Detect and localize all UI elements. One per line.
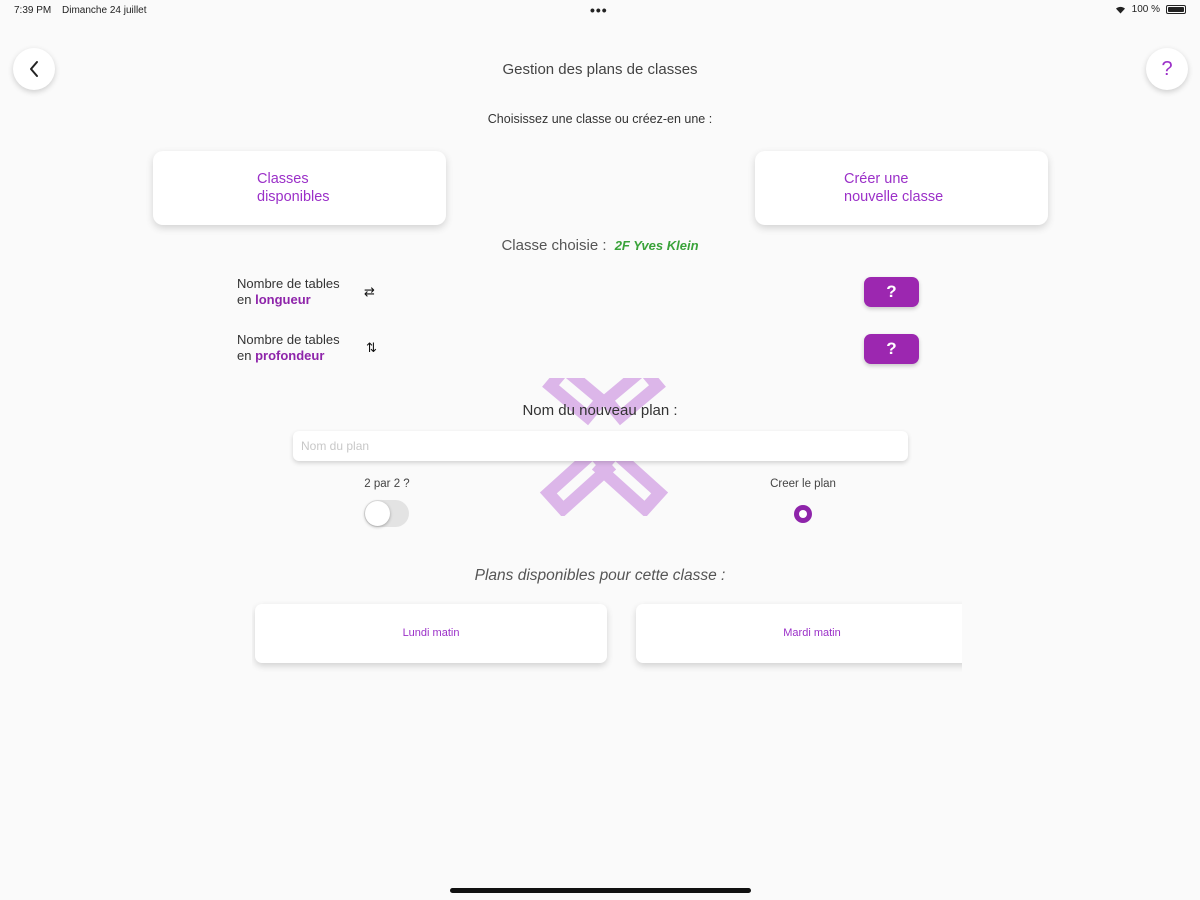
available-plans-heading: Plans disponibles pour cette classe : xyxy=(474,567,726,584)
chosen-class: Classe choisie : 2F Yves Klein xyxy=(0,237,1200,254)
multitasking-dots[interactable]: ••• xyxy=(590,2,608,18)
create-class-label-2: nouvelle classe xyxy=(844,189,944,205)
help-icon: ? xyxy=(1161,57,1173,80)
status-right: 100 % xyxy=(1115,4,1186,15)
status-time: 7:39 PM xyxy=(14,5,52,16)
tables-length-picker[interactable]: ? xyxy=(864,277,919,307)
two-by-two-toggle[interactable] xyxy=(364,500,409,527)
page-title: Gestion des plans de classes xyxy=(502,61,698,78)
available-classes-label-1: Classes xyxy=(257,171,309,187)
tables-length-line-1: Nombre de tables xyxy=(237,276,340,291)
tables-depth-prefix: en xyxy=(237,348,252,363)
tables-length-label: Nombre de tables en longueur xyxy=(237,276,340,308)
tables-length-emphasis: longueur xyxy=(255,292,311,307)
tables-depth-line-1: Nombre de tables xyxy=(237,332,340,347)
available-classes-label-2: disponibles xyxy=(257,189,330,205)
tables-depth-label: Nombre de tables en profondeur xyxy=(237,332,340,364)
chosen-class-value: 2F Yves Klein xyxy=(614,238,699,253)
choose-class-prompt: Choisissez une classe ou créez-en une : xyxy=(487,112,713,126)
home-indicator[interactable] xyxy=(450,888,751,893)
status-left: 7:39 PM Dimanche 24 juillet xyxy=(14,5,147,16)
help-button[interactable]: ? xyxy=(1146,48,1188,90)
tables-depth-line-2: en profondeur xyxy=(237,348,340,364)
tables-length-prefix: en xyxy=(237,292,252,307)
plan-card-mardi[interactable]: Mardi matin xyxy=(636,604,962,663)
tables-depth-picker[interactable]: ? xyxy=(864,334,919,364)
create-plan-label: Creer le plan xyxy=(770,478,836,490)
toggle-knob xyxy=(365,501,390,526)
tables-length-line-2: en longueur xyxy=(237,292,340,308)
plan-card-lundi[interactable]: Lundi matin xyxy=(255,604,607,663)
new-plan-label: Nom du nouveau plan : xyxy=(522,402,678,419)
swap-horizontal-icon: ⇄ xyxy=(364,284,375,299)
tables-depth-emphasis: profondeur xyxy=(255,348,325,363)
plan-name-input[interactable] xyxy=(293,431,908,461)
available-classes-button[interactable]: Classes disponibles xyxy=(153,151,446,225)
create-class-button[interactable]: Créer une nouvelle classe xyxy=(755,151,1048,225)
status-bar: 7:39 PM Dimanche 24 juillet ••• 100 % xyxy=(0,0,1200,22)
battery-icon xyxy=(1166,5,1186,14)
create-class-label-1: Créer une xyxy=(844,171,909,187)
battery-percent: 100 % xyxy=(1131,4,1160,15)
battery-level xyxy=(1168,7,1184,12)
create-plan-button[interactable] xyxy=(794,505,812,523)
chosen-class-label: Classe choisie : xyxy=(501,237,607,254)
plans-list[interactable]: Lundi matin Mardi matin xyxy=(252,598,962,672)
swap-vertical-icon: ⇅ xyxy=(366,340,377,355)
status-date: Dimanche 24 juillet xyxy=(62,5,147,16)
wifi-icon xyxy=(1115,6,1125,14)
two-by-two-label: 2 par 2 ? xyxy=(364,478,410,490)
